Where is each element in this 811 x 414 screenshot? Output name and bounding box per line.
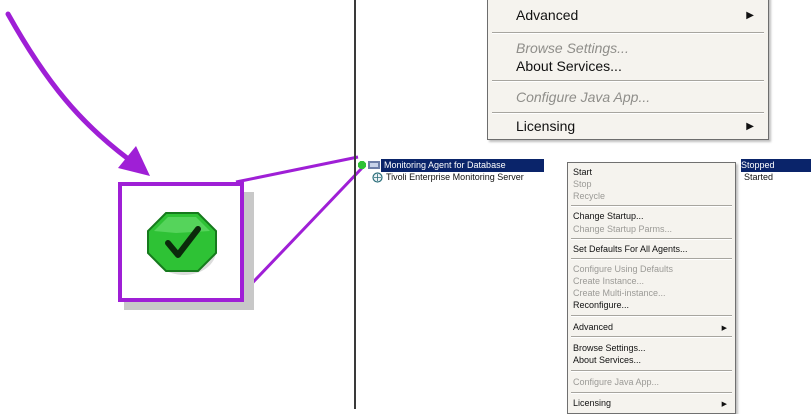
menu-item-reconfigure[interactable]: Reconfigure... [573, 300, 629, 310]
menu-item-configure-java[interactable]: Configure Java App... [573, 377, 659, 387]
menu-item-about-services[interactable]: About Services... [573, 355, 641, 365]
service-name: Monitoring Agent for Database [384, 160, 506, 170]
service-row-tems[interactable]: Tivoli Enterprise Monitoring Server [384, 171, 524, 184]
submenu-arrow-icon: ▶ [721, 325, 727, 332]
menu-item-browse-settings[interactable]: Browse Settings... [516, 40, 629, 56]
menu-item-licensing[interactable]: Licensing [516, 118, 575, 134]
status-started-icon [358, 161, 366, 169]
menu-separator [571, 258, 732, 260]
context-menu: Start Stop Recycle Change Startup... Cha… [567, 162, 736, 414]
menu-item-configure-java[interactable]: Configure Java App... [516, 89, 650, 105]
green-check-octagon-icon [147, 212, 217, 275]
context-menu-zoomed: Advanced ▶ Browse Settings... About Serv… [487, 0, 769, 140]
menu-item-create-multi-instance[interactable]: Create Multi-instance... [573, 288, 666, 298]
submenu-arrow-icon: ▶ [721, 401, 727, 408]
menu-separator [492, 80, 764, 82]
zoom-inset [118, 182, 244, 302]
submenu-arrow-icon: ▶ [746, 121, 754, 132]
menu-separator [571, 392, 732, 394]
agent-icon [368, 161, 380, 169]
pane-divider [354, 0, 356, 409]
menu-item-configure-defaults[interactable]: Configure Using Defaults [573, 264, 673, 274]
menu-item-change-startup[interactable]: Change Startup... [573, 211, 644, 221]
menu-separator [571, 370, 732, 372]
zoom-line-top [235, 155, 359, 184]
annotation-arrow-curve [5, 11, 141, 169]
menu-item-recycle[interactable]: Recycle [573, 191, 605, 201]
menu-item-browse-settings[interactable]: Browse Settings... [573, 343, 646, 353]
menu-separator [492, 32, 764, 34]
zoom-line-bottom [236, 166, 364, 300]
menu-item-about-services[interactable]: About Services... [516, 58, 622, 74]
menu-separator [492, 112, 764, 114]
annotation-arrow-head [118, 146, 150, 176]
menu-item-start[interactable]: Start [573, 167, 592, 177]
server-icon [372, 172, 383, 183]
menu-item-change-startup-parms[interactable]: Change Startup Parms... [573, 224, 672, 234]
menu-separator [571, 238, 732, 240]
menu-item-advanced[interactable]: Advanced [516, 7, 578, 23]
menu-item-advanced[interactable]: Advanced [573, 322, 613, 332]
menu-item-set-defaults[interactable]: Set Defaults For All Agents... [573, 244, 688, 254]
menu-separator [571, 315, 732, 317]
menu-separator [571, 205, 732, 207]
menu-item-stop[interactable]: Stop [573, 179, 592, 189]
submenu-arrow-icon: ▶ [746, 10, 754, 21]
service-name: Tivoli Enterprise Monitoring Server [386, 172, 524, 182]
menu-item-create-instance[interactable]: Create Instance... [573, 276, 644, 286]
service-status: Started [744, 172, 774, 182]
menu-item-licensing[interactable]: Licensing [573, 398, 611, 408]
menu-separator [571, 336, 732, 338]
